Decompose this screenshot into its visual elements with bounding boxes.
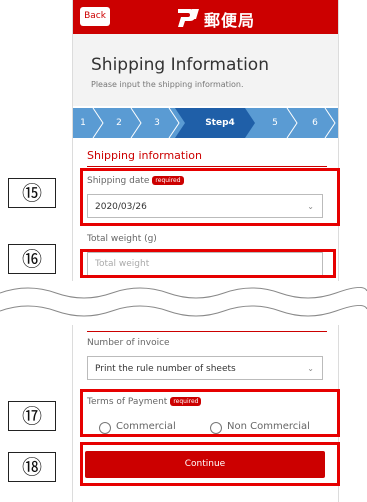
total-weight-label: Total weight (g) <box>87 234 157 244</box>
shipping-section-title: Shipping information <box>87 149 202 162</box>
number-of-invoice-value: Print the rule number of sheets <box>95 364 236 374</box>
invoice-section-divider <box>87 331 327 332</box>
terms-of-payment-label: Terms of Payment required <box>87 397 202 407</box>
step-3: 3 <box>154 118 160 128</box>
step-2: 2 <box>116 118 122 128</box>
marker-18: ⑱ <box>8 452 56 482</box>
jp-post-logo-icon <box>178 9 199 27</box>
required-badge: required <box>170 397 202 406</box>
step-progress-bar: 1 2 3 Step4 5 6 <box>73 108 338 138</box>
total-weight-input[interactable] <box>87 252 323 276</box>
radio-commercial[interactable] <box>99 422 111 434</box>
number-of-invoice-label: Number of invoice <box>87 338 170 348</box>
radio-commercial-label[interactable]: Commercial <box>116 421 176 432</box>
mobile-screen: Back 郵便局 Shipping Information Please inp… <box>72 0 339 502</box>
shipping-section-divider <box>87 166 327 167</box>
radio-non-commercial-label[interactable]: Non Commercial <box>227 421 310 432</box>
back-button[interactable]: Back <box>80 7 110 26</box>
continue-button[interactable]: Continue <box>85 451 325 478</box>
shipping-date-select[interactable]: 2020/03/26 ⌄ <box>87 194 323 218</box>
shipping-date-value: 2020/03/26 <box>95 202 147 212</box>
step-5: 5 <box>272 118 278 128</box>
chevron-down-icon: ⌄ <box>307 202 314 211</box>
step-1: 1 <box>80 118 86 128</box>
page-title: Shipping Information <box>91 55 269 75</box>
chevron-down-icon: ⌄ <box>307 364 314 373</box>
shipping-date-label: Shipping date required <box>87 176 184 186</box>
step-6: 6 <box>312 118 318 128</box>
radio-non-commercial[interactable] <box>210 422 222 434</box>
number-of-invoice-select[interactable]: Print the rule number of sheets ⌄ <box>87 356 323 380</box>
page-subtitle: Please input the shipping information. <box>91 80 244 89</box>
required-badge: required <box>152 176 184 185</box>
shipping-date-label-text: Shipping date <box>87 176 150 186</box>
marker-17: ⑰ <box>8 401 56 431</box>
step-4-current: Step4 <box>205 118 235 128</box>
logo-text: 郵便局 <box>204 11 256 30</box>
top-bar: Back 郵便局 <box>73 0 338 34</box>
marker-16: ⑯ <box>8 244 56 274</box>
marker-15: ⑮ <box>8 178 56 208</box>
page-cut-wave <box>0 287 367 317</box>
terms-of-payment-label-text: Terms of Payment <box>87 397 168 407</box>
